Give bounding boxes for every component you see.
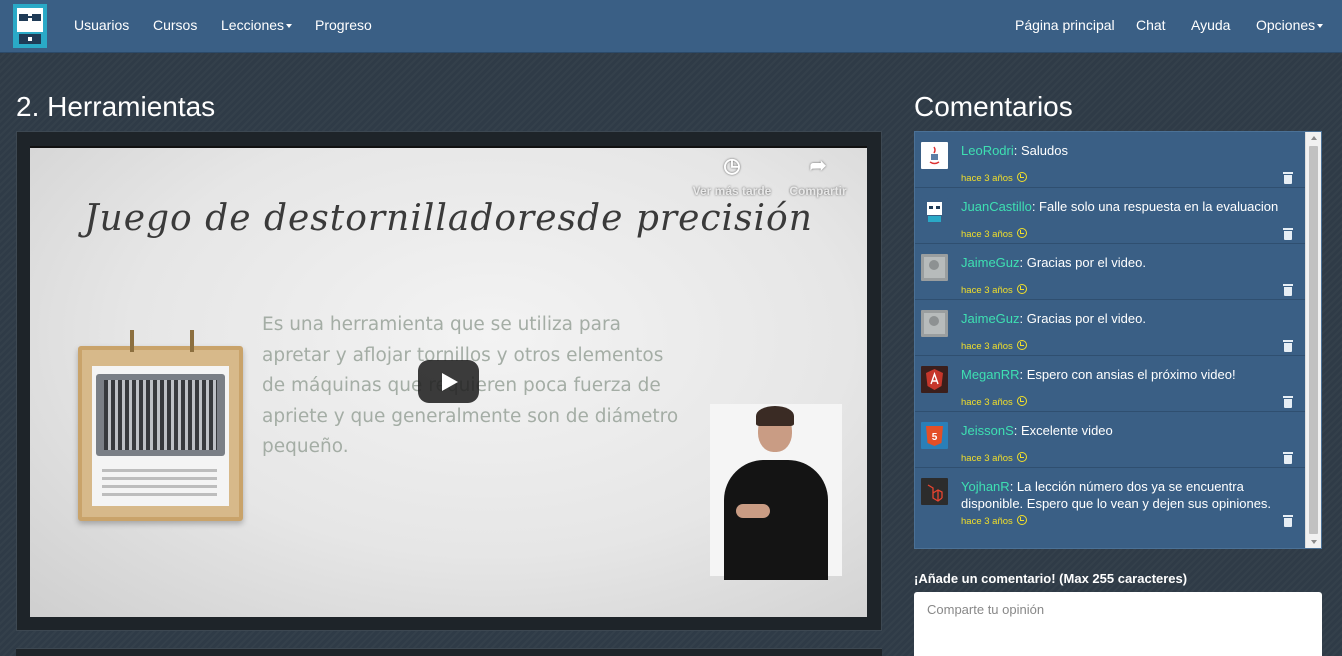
nav-opciones-dropdown[interactable]: Opciones: [1256, 17, 1324, 33]
nav-opciones-label: Opciones: [1256, 17, 1316, 33]
clock-icon: [1016, 340, 1027, 350]
nav-ayuda[interactable]: Ayuda: [1191, 17, 1230, 33]
comment-item: 5 JeissonS: Excelente video hace 3 años: [915, 412, 1305, 468]
add-comment-label: ¡Añade un comentario! (Max 255 caractere…: [914, 571, 1188, 586]
comment-text: : Gracias por el video.: [1019, 311, 1146, 326]
comment-timestamp: hace 3 años: [961, 172, 1027, 184]
robot-logo-avatar: [921, 198, 948, 225]
sign-language-interpreter: [710, 404, 842, 580]
video-player[interactable]: Juego de destornilladoresde precisión Es…: [30, 146, 867, 617]
video-slide-title: Juego de destornilladoresde precisión: [84, 198, 813, 239]
java-logo-avatar: [921, 142, 948, 169]
play-button[interactable]: [418, 360, 479, 403]
comment-text: : Espero con ansias el próximo video!: [1019, 367, 1236, 382]
screwdriver-set-image: [78, 330, 243, 521]
comment-timestamp: hace 3 años: [961, 396, 1027, 408]
comment-username[interactable]: JaimeGuz: [961, 311, 1020, 326]
comment-text: : Saludos: [1013, 143, 1068, 158]
comment-username[interactable]: JeissonS: [961, 423, 1014, 438]
comment-timestamp: hace 3 años: [961, 452, 1027, 464]
comment-username[interactable]: JuanCastillo: [961, 199, 1032, 214]
html5-logo-avatar: 5: [921, 422, 948, 449]
trash-icon[interactable]: [1283, 452, 1293, 464]
comment-username[interactable]: MeganRR: [961, 367, 1020, 382]
trash-icon[interactable]: [1283, 340, 1293, 352]
scroll-down-icon[interactable]: [1311, 540, 1317, 544]
comment-item: YojhanR: La lección número dos ya se enc…: [915, 468, 1305, 534]
lesson-info-panel: [16, 648, 882, 656]
nav-cursos[interactable]: Cursos: [153, 17, 197, 33]
comment-text: : Excelente video: [1013, 423, 1113, 438]
photo-avatar: [921, 310, 948, 337]
lesson-title: 2. Herramientas: [16, 91, 216, 122]
photo-avatar: [921, 254, 948, 281]
app-logo-icon[interactable]: [13, 4, 47, 48]
comment-text: : Gracias por el video.: [1019, 255, 1146, 270]
comment-timestamp: hace 3 años: [961, 340, 1027, 352]
comments-heading: Comentarios: [914, 91, 1073, 122]
comment-item: LeoRodri: Saludos hace 3 años: [915, 132, 1305, 188]
scroll-up-icon[interactable]: [1311, 136, 1317, 140]
top-navbar: Usuarios Cursos Lecciones Progreso Págin…: [0, 0, 1342, 53]
nav-chat[interactable]: Chat: [1136, 17, 1166, 33]
clock-icon: [1016, 515, 1027, 525]
share-icon: ➦: [809, 155, 827, 177]
nav-pagina-principal[interactable]: Página principal: [1015, 17, 1115, 33]
comment-textarea[interactable]: [914, 592, 1322, 656]
comment-timestamp: hace 3 años: [961, 228, 1027, 240]
clock-icon: [1016, 228, 1027, 238]
clock-icon: [1016, 396, 1027, 406]
angular-logo-avatar: [921, 366, 948, 393]
scrollbar-thumb[interactable]: [1309, 146, 1318, 534]
clock-icon: [1016, 452, 1027, 462]
comment-item: JaimeGuz: Gracias por el video. hace 3 a…: [915, 300, 1305, 356]
comments-list[interactable]: LeoRodri: Saludos hace 3 años JuanCastil…: [914, 131, 1322, 549]
nav-lecciones-label: Lecciones: [221, 17, 285, 33]
comment-item: MeganRR: Espero con ansias el próximo vi…: [915, 356, 1305, 412]
trash-icon[interactable]: [1283, 396, 1293, 408]
share-label: Compartir: [789, 184, 847, 198]
clock-icon: [1016, 172, 1027, 182]
svg-text:5: 5: [932, 432, 938, 443]
comment-timestamp: hace 3 años: [961, 284, 1027, 296]
comment-item: JaimeGuz: Gracias por el video. hace 3 a…: [915, 244, 1305, 300]
clock-icon: ◷: [723, 155, 741, 177]
watch-later-label: Ver más tarde: [692, 184, 772, 198]
comment-text: : Falle solo una respuesta en la evaluac…: [1031, 199, 1279, 214]
watch-later-button[interactable]: ◷ Ver más tarde: [692, 156, 772, 198]
nav-usuarios[interactable]: Usuarios: [74, 17, 129, 33]
trash-icon[interactable]: [1283, 228, 1293, 240]
comment-username[interactable]: YojhanR: [961, 479, 1010, 494]
trash-icon[interactable]: [1283, 172, 1293, 184]
laravel-logo-avatar: [921, 478, 948, 505]
trash-icon[interactable]: [1283, 515, 1293, 527]
comment-username[interactable]: JaimeGuz: [961, 255, 1020, 270]
comment-username[interactable]: LeoRodri: [961, 143, 1014, 158]
comments-scrollbar[interactable]: [1305, 132, 1321, 548]
comment-item: JuanCastillo: Falle solo una respuesta e…: [915, 188, 1305, 244]
clock-icon: [1016, 284, 1027, 294]
chevron-down-icon: [1317, 24, 1324, 29]
nav-progreso[interactable]: Progreso: [315, 17, 372, 33]
chevron-down-icon: [286, 24, 293, 29]
comment-timestamp: hace 3 años: [961, 515, 1027, 527]
nav-lecciones-dropdown[interactable]: Lecciones: [221, 17, 293, 33]
trash-icon[interactable]: [1283, 284, 1293, 296]
share-button[interactable]: ➦ Compartir: [778, 156, 858, 198]
